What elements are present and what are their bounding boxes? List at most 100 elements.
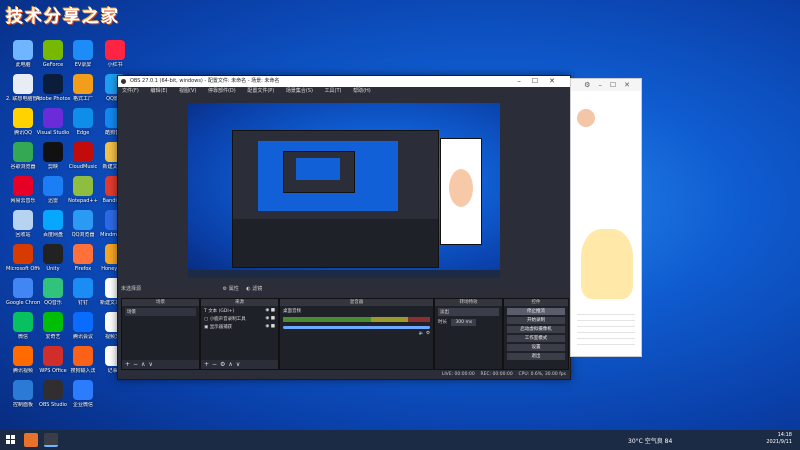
obs-status-bar: LIVE: 00:00:00 REC: 00:00:00 CPU: 0.6%, … — [118, 370, 570, 379]
desktop-icon[interactable]: 网易云音乐 — [6, 176, 40, 214]
desktop-icon[interactable]: 回收站 — [6, 210, 40, 248]
browser-text-content — [577, 309, 635, 349]
menu-help[interactable]: 帮助(H) — [353, 88, 371, 94]
desktop-icon[interactable]: GeForce — [36, 40, 70, 78]
desktop-icon[interactable]: 谷歌浏览器 — [6, 142, 40, 180]
menu-scene-collection[interactable]: 场景集合(S) — [286, 88, 313, 94]
desktop-icon-label: 此电脑 — [15, 62, 31, 68]
app-icon — [13, 312, 33, 332]
desktop-icon-label: 回收站 — [15, 232, 31, 238]
speaker-icon[interactable]: 🔈 — [419, 331, 425, 336]
app-icon — [73, 210, 93, 230]
menu-docks[interactable]: 停靠部件(D) — [208, 88, 236, 94]
browser-window: ⚙–☐✕ — [570, 78, 642, 357]
desktop-icon[interactable]: Adobe Photoshop — [36, 74, 70, 112]
menu-profile[interactable]: 配置文件(P) — [247, 88, 274, 94]
visibility-icon[interactable]: ◉ ■ — [265, 316, 275, 321]
app-icon — [105, 40, 125, 60]
desktop-icon[interactable]: 2. 联想电脑管家 — [6, 74, 40, 112]
desktop-icon[interactable]: 爱奇艺 — [36, 312, 70, 350]
browser-controls[interactable]: ⚙–☐✕ — [571, 79, 641, 91]
desktop-icon-label: Edge — [76, 130, 90, 136]
desktop-icon[interactable]: Microsoft Office — [6, 244, 40, 282]
source-item[interactable]: ▢ 小鹿声音录制工具 ◉ ■ — [204, 316, 275, 322]
desktop-icon[interactable]: CloudMusic — [66, 142, 100, 180]
weather-widget[interactable]: 30°C 空气良 84 — [628, 436, 672, 445]
exit-button[interactable]: 退出 — [507, 353, 565, 360]
windows-start-icon[interactable] — [6, 435, 16, 445]
desktop-icon[interactable]: 腾讯会议 — [66, 312, 100, 350]
desktop-icon[interactable]: Firefox — [66, 244, 100, 282]
preview-nested-canvas — [258, 141, 398, 211]
desktop-icon[interactable]: 百度网盘 — [36, 210, 70, 248]
scene-item[interactable]: 场景 — [125, 308, 196, 316]
desktop-icon[interactable]: EV录屏 — [66, 40, 100, 78]
obs-logo-icon — [121, 79, 126, 84]
window-controls[interactable]: –☐✕ — [517, 76, 566, 87]
settings-button[interactable]: 设置 — [507, 344, 565, 351]
app-icon — [43, 278, 63, 298]
controls-dock-title: 控件 — [504, 299, 568, 306]
desktop-icon[interactable]: 微信 — [6, 312, 40, 350]
obs-menu-bar: 文件(F) 编辑(E) 视图(V) 停靠部件(D) 配置文件(P) 场景集合(S… — [118, 87, 570, 96]
gear-icon[interactable]: ⚙ — [223, 286, 227, 292]
volume-slider[interactable] — [283, 326, 430, 329]
desktop-icon[interactable]: 企业微信 — [66, 380, 100, 418]
app-icon — [73, 312, 93, 332]
desktop-icon[interactable]: QQ浏览器 — [66, 210, 100, 248]
duration-input[interactable]: 300 ms — [451, 319, 477, 326]
visibility-icon[interactable]: ◉ ■ — [265, 308, 275, 313]
desktop-icon[interactable]: 腾讯视频 — [6, 346, 40, 384]
desktop-icon[interactable]: 格式工厂 — [66, 74, 100, 112]
desktop-icon[interactable]: OBS Studio — [36, 380, 70, 418]
desktop-icon-label: 2. 联想电脑管家 — [6, 96, 40, 102]
desktop-icon[interactable]: 腾讯QQ — [6, 108, 40, 146]
menu-view[interactable]: 视图(V) — [179, 88, 196, 94]
gear-icon[interactable]: ⚙ — [426, 331, 430, 336]
desktop-icon[interactable]: Visual Studio — [36, 108, 70, 146]
source-item[interactable]: T 文本 (GDI+) ◉ ■ — [204, 308, 275, 314]
filters-button[interactable]: 滤镜 — [252, 286, 262, 292]
desktop-icon[interactable]: Unity — [36, 244, 70, 282]
source-item[interactable]: ▣ 显示器捕获 ◉ ■ — [204, 324, 275, 330]
sources-dock-footer[interactable]: +−⚙∧∨ — [201, 360, 278, 369]
scenes-dock-footer[interactable]: +−∧∨ — [122, 360, 199, 369]
stop-streaming-button[interactable]: 停止推流 — [507, 308, 565, 315]
obs-title-bar[interactable]: OBS 27.0.1 (64-bit, windows) - 配置文件: 未命名… — [118, 76, 570, 87]
desktop-icon[interactable]: 搜狗输入法 — [66, 346, 100, 384]
desktop-icon[interactable]: QQ音乐 — [36, 278, 70, 316]
menu-file[interactable]: 文件(F) — [122, 88, 139, 94]
visibility-icon[interactable]: ◉ ■ — [265, 324, 275, 329]
desktop-icon[interactable]: 钉钉 — [66, 278, 100, 316]
desktop-icon[interactable]: Google Chrome — [6, 278, 40, 316]
desktop-icon[interactable]: Edge — [66, 108, 100, 146]
transition-select[interactable]: 淡出 — [438, 308, 499, 316]
avatar[interactable] — [577, 109, 595, 127]
taskbar-app-icon[interactable] — [24, 433, 38, 447]
filter-icon[interactable]: ◐ — [246, 286, 250, 292]
taskbar-obs-icon[interactable] — [44, 433, 58, 447]
system-clock[interactable]: 14:18 2021/9/11 — [766, 432, 792, 446]
app-icon — [43, 346, 63, 366]
obs-preview-canvas[interactable] — [188, 103, 500, 278]
desktop-icon[interactable]: 剪映 — [36, 142, 70, 180]
desktop-icon-label: Unity — [46, 266, 60, 272]
desktop-icon-label: 迅雷 — [47, 198, 58, 204]
desktop-icon-label: Google Chrome — [6, 300, 40, 306]
desktop-icon[interactable]: 此电脑 — [6, 40, 40, 78]
preview-browser — [440, 138, 482, 245]
start-recording-button[interactable]: 开始录制 — [507, 317, 565, 324]
desktop-icon[interactable]: 控制面板 — [6, 380, 40, 418]
desktop-icon[interactable]: 小红书 — [98, 40, 132, 78]
studio-mode-button[interactable]: 工作室模式 — [507, 335, 565, 342]
menu-tools[interactable]: 工具(T) — [325, 88, 342, 94]
desktop-icon[interactable]: WPS Office — [36, 346, 70, 384]
app-icon — [43, 312, 63, 332]
menu-edit[interactable]: 编辑(E) — [150, 88, 167, 94]
properties-button[interactable]: 属性 — [229, 286, 239, 292]
desktop-icon[interactable]: Notepad++ — [66, 176, 100, 214]
desktop-icon[interactable]: 迅雷 — [36, 176, 70, 214]
desktop-icon-label: 腾讯视频 — [12, 368, 33, 374]
virtual-camera-button[interactable]: 启动虚拟摄像机 — [507, 326, 565, 333]
app-icon — [13, 108, 33, 128]
